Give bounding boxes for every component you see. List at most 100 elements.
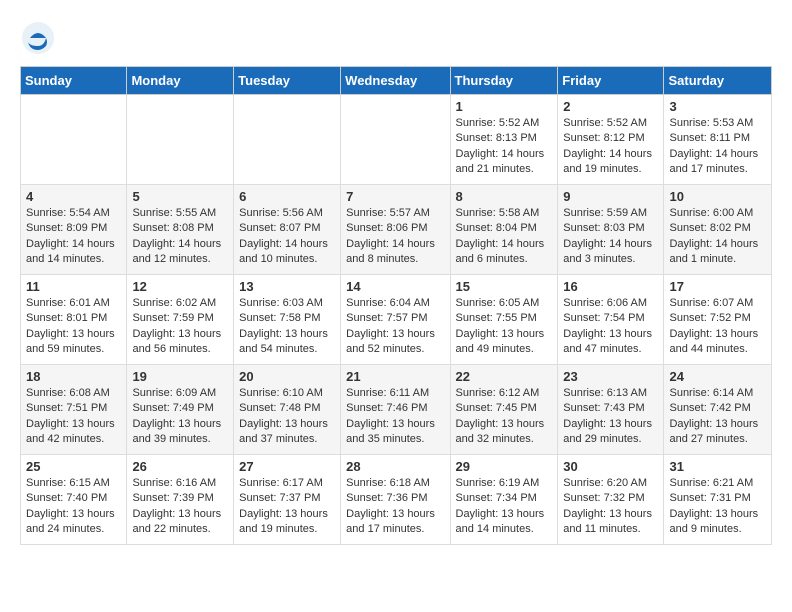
day-header-wednesday: Wednesday <box>341 67 450 95</box>
day-number: 6 <box>239 189 335 204</box>
calendar-cell <box>341 95 450 185</box>
calendar-cell: 28 Sunrise: 6:18 AM Sunset: 7:36 PM Dayli… <box>341 455 450 545</box>
cell-content: Sunrise: 5:52 AM Sunset: 8:12 PM Dayligh… <box>563 116 658 178</box>
cell-content: Sunrise: 5:58 AM Sunset: 8:04 PM Dayligh… <box>456 206 553 268</box>
calendar-cell: 3 Sunrise: 5:53 AM Sunset: 8:11 PM Daylig… <box>664 95 772 185</box>
calendar-cell: 18 Sunrise: 6:08 AM Sunset: 7:51 PM Dayli… <box>21 365 127 455</box>
cell-content: Sunrise: 6:17 AM Sunset: 7:37 PM Dayligh… <box>239 476 335 538</box>
calendar-cell: 31 Sunrise: 6:21 AM Sunset: 7:31 PM Dayli… <box>664 455 772 545</box>
day-number: 30 <box>563 459 658 474</box>
calendar-cell: 12Sunrise: 6:02 AM Sunset: 7:59 PM Dayli… <box>127 275 234 365</box>
day-header-saturday: Saturday <box>664 67 772 95</box>
cell-content: Sunrise: 6:21 AM Sunset: 7:31 PM Dayligh… <box>669 476 766 538</box>
day-number: 26 <box>132 459 228 474</box>
logo-icon <box>20 20 56 56</box>
day-number: 2 <box>563 99 658 114</box>
day-number: 18 <box>26 369 121 384</box>
calendar-cell: 27 Sunrise: 6:17 AM Sunset: 7:37 PM Dayli… <box>234 455 341 545</box>
cell-content: Sunrise: 6:11 AM Sunset: 7:46 PM Dayligh… <box>346 386 444 448</box>
cell-content: Sunrise: 5:56 AM Sunset: 8:07 PM Dayligh… <box>239 206 335 268</box>
cell-content: Sunrise: 5:53 AM Sunset: 8:11 PM Dayligh… <box>669 116 766 178</box>
cell-content: Sunrise: 6:08 AM Sunset: 7:51 PM Dayligh… <box>26 386 121 448</box>
day-number: 14 <box>346 279 444 294</box>
day-number: 27 <box>239 459 335 474</box>
cell-content: Sunrise: 5:57 AM Sunset: 8:06 PM Dayligh… <box>346 206 444 268</box>
cell-content: Sunrise: 5:52 AM Sunset: 8:13 PM Dayligh… <box>456 116 553 178</box>
calendar-cell <box>234 95 341 185</box>
calendar-cell: 9 Sunrise: 5:59 AM Sunset: 8:03 PM Daylig… <box>558 185 664 275</box>
cell-content: Sunrise: 5:55 AM Sunset: 8:08 PM Dayligh… <box>132 206 228 268</box>
cell-content: Sunrise: 6:20 AM Sunset: 7:32 PM Dayligh… <box>563 476 658 538</box>
calendar-cell: 25 Sunrise: 6:15 AM Sunset: 7:40 PM Dayli… <box>21 455 127 545</box>
calendar-cell: 13 Sunrise: 6:03 AM Sunset: 7:58 PM Dayli… <box>234 275 341 365</box>
calendar-cell: 7 Sunrise: 5:57 AM Sunset: 8:06 PM Daylig… <box>341 185 450 275</box>
cell-content: Sunrise: 6:10 AM Sunset: 7:48 PM Dayligh… <box>239 386 335 448</box>
calendar-cell: 4 Sunrise: 5:54 AM Sunset: 8:09 PM Daylig… <box>21 185 127 275</box>
calendar-cell: 19Sunrise: 6:09 AM Sunset: 7:49 PM Dayli… <box>127 365 234 455</box>
calendar-cell: 22Sunrise: 6:12 AM Sunset: 7:45 PM Dayli… <box>450 365 558 455</box>
cell-content: Sunrise: 6:15 AM Sunset: 7:40 PM Dayligh… <box>26 476 121 538</box>
day-number: 4 <box>26 189 121 204</box>
logo <box>20 20 60 56</box>
calendar-cell: 30 Sunrise: 6:20 AM Sunset: 7:32 PM Dayli… <box>558 455 664 545</box>
day-number: 13 <box>239 279 335 294</box>
calendar-cell: 1 Sunrise: 5:52 AM Sunset: 8:13 PM Daylig… <box>450 95 558 185</box>
calendar-cell: 15Sunrise: 6:05 AM Sunset: 7:55 PM Dayli… <box>450 275 558 365</box>
day-number: 28 <box>346 459 444 474</box>
calendar-cell: 20 Sunrise: 6:10 AM Sunset: 7:48 PM Dayli… <box>234 365 341 455</box>
day-header-thursday: Thursday <box>450 67 558 95</box>
cell-content: Sunrise: 6:01 AM Sunset: 8:01 PM Dayligh… <box>26 296 121 358</box>
cell-content: Sunrise: 6:16 AM Sunset: 7:39 PM Dayligh… <box>132 476 228 538</box>
calendar-cell: 24 Sunrise: 6:14 AM Sunset: 7:42 PM Dayli… <box>664 365 772 455</box>
day-number: 23 <box>563 369 658 384</box>
calendar-cell: 5Sunrise: 5:55 AM Sunset: 8:08 PM Daylig… <box>127 185 234 275</box>
day-number: 3 <box>669 99 766 114</box>
calendar-cell <box>127 95 234 185</box>
day-number: 21 <box>346 369 444 384</box>
day-number: 20 <box>239 369 335 384</box>
day-header-sunday: Sunday <box>21 67 127 95</box>
cell-content: Sunrise: 6:14 AM Sunset: 7:42 PM Dayligh… <box>669 386 766 448</box>
cell-content: Sunrise: 6:05 AM Sunset: 7:55 PM Dayligh… <box>456 296 553 358</box>
calendar-cell: 10 Sunrise: 6:00 AM Sunset: 8:02 PM Dayli… <box>664 185 772 275</box>
day-number: 29 <box>456 459 553 474</box>
cell-content: Sunrise: 6:12 AM Sunset: 7:45 PM Dayligh… <box>456 386 553 448</box>
calendar-cell: 16Sunrise: 6:06 AM Sunset: 7:54 PM Dayli… <box>558 275 664 365</box>
calendar-cell: 14 Sunrise: 6:04 AM Sunset: 7:57 PM Dayli… <box>341 275 450 365</box>
calendar-cell: 17 Sunrise: 6:07 AM Sunset: 7:52 PM Dayli… <box>664 275 772 365</box>
day-header-monday: Monday <box>127 67 234 95</box>
day-number: 7 <box>346 189 444 204</box>
day-number: 11 <box>26 279 121 294</box>
calendar-cell: 2 Sunrise: 5:52 AM Sunset: 8:12 PM Daylig… <box>558 95 664 185</box>
calendar-cell: 21 Sunrise: 6:11 AM Sunset: 7:46 PM Dayli… <box>341 365 450 455</box>
cell-content: Sunrise: 6:04 AM Sunset: 7:57 PM Dayligh… <box>346 296 444 358</box>
page-header <box>20 20 772 56</box>
cell-content: Sunrise: 6:18 AM Sunset: 7:36 PM Dayligh… <box>346 476 444 538</box>
cell-content: Sunrise: 5:59 AM Sunset: 8:03 PM Dayligh… <box>563 206 658 268</box>
cell-content: Sunrise: 6:07 AM Sunset: 7:52 PM Dayligh… <box>669 296 766 358</box>
day-number: 9 <box>563 189 658 204</box>
day-number: 19 <box>132 369 228 384</box>
calendar-cell: 8 Sunrise: 5:58 AM Sunset: 8:04 PM Daylig… <box>450 185 558 275</box>
day-number: 16 <box>563 279 658 294</box>
day-number: 25 <box>26 459 121 474</box>
day-number: 31 <box>669 459 766 474</box>
cell-content: Sunrise: 6:19 AM Sunset: 7:34 PM Dayligh… <box>456 476 553 538</box>
cell-content: Sunrise: 6:03 AM Sunset: 7:58 PM Dayligh… <box>239 296 335 358</box>
day-number: 12 <box>132 279 228 294</box>
day-number: 8 <box>456 189 553 204</box>
calendar-cell: 26 Sunrise: 6:16 AM Sunset: 7:39 PM Dayli… <box>127 455 234 545</box>
day-header-tuesday: Tuesday <box>234 67 341 95</box>
cell-content: Sunrise: 5:54 AM Sunset: 8:09 PM Dayligh… <box>26 206 121 268</box>
day-number: 24 <box>669 369 766 384</box>
calendar-cell: 23Sunrise: 6:13 AM Sunset: 7:43 PM Dayli… <box>558 365 664 455</box>
day-number: 17 <box>669 279 766 294</box>
calendar-cell: 11 Sunrise: 6:01 AM Sunset: 8:01 PM Dayli… <box>21 275 127 365</box>
day-header-friday: Friday <box>558 67 664 95</box>
calendar-cell <box>21 95 127 185</box>
cell-content: Sunrise: 6:00 AM Sunset: 8:02 PM Dayligh… <box>669 206 766 268</box>
calendar-cell: 6 Sunrise: 5:56 AM Sunset: 8:07 PM Daylig… <box>234 185 341 275</box>
day-number: 10 <box>669 189 766 204</box>
calendar-cell: 29 Sunrise: 6:19 AM Sunset: 7:34 PM Dayli… <box>450 455 558 545</box>
day-number: 1 <box>456 99 553 114</box>
